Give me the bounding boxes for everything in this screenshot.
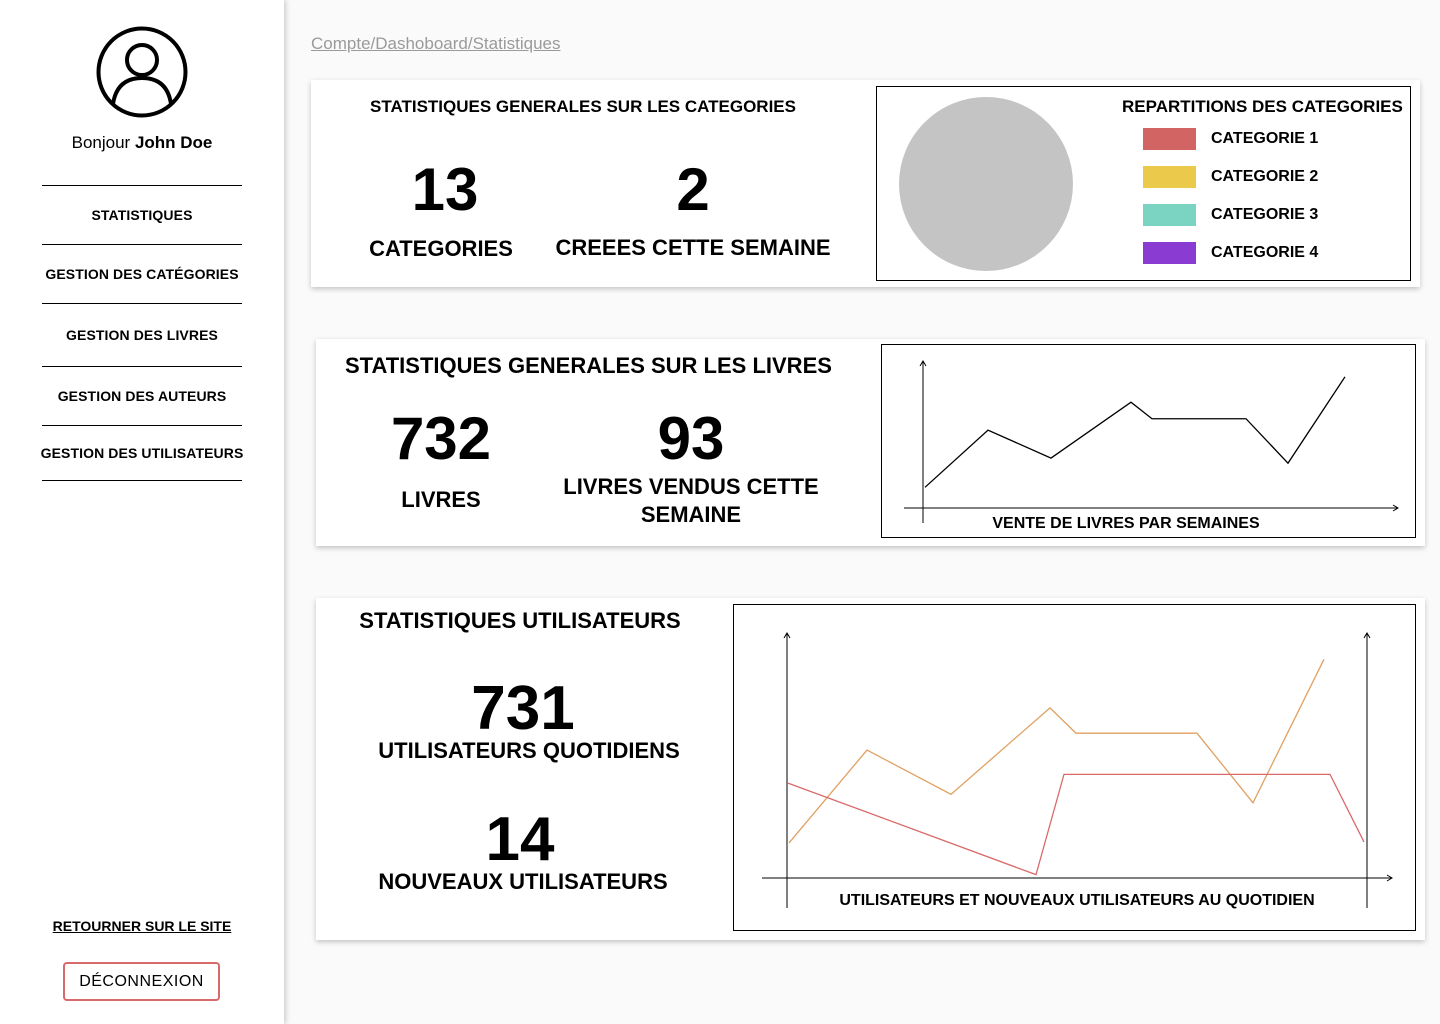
card-title: STATISTIQUES GENERALES SUR LES CATEGORIE… [370,97,796,116]
new-users-count: 14 [485,805,555,874]
new-users-line [787,773,1365,876]
sales-line [924,376,1346,488]
users-stats-card: STATISTIQUES UTILISATEURS 731 UTILISATEU… [316,598,1425,940]
users-chart-panel: UTILISATEURS ET NOUVEAUX UTILISATEURS AU… [733,604,1416,931]
new-users-label: NOUVEAUX UTILISATEURS [378,869,668,894]
legend-item: CATEGORIE 1 [1143,128,1318,150]
categories-count-label: CATEGORIES [369,236,513,261]
new-categories-count: 2 [676,156,710,223]
categories-count: 13 [411,156,479,223]
books-sold-label: LIVRES VENDUS CETTE SEMAINE [563,474,819,527]
sidebar-nav: STATISTIQUES GESTION DES CATÉGORIES GEST… [41,185,243,481]
legend-label-4: CATEGORIE 4 [1211,244,1319,261]
logout-button[interactable]: DÉCONNEXION [63,962,220,1001]
greeting: Bonjour John Doe [0,133,284,153]
breadcrumb[interactable]: Compte/Dashoboard/Statistiques [311,34,560,54]
books-sold-count: 93 [657,405,725,472]
books-sales-line-chart [904,360,1399,523]
chart-caption: UTILISATEURS ET NOUVEAUX UTILISATEURS AU… [839,892,1315,909]
sidebar-item-auteurs[interactable]: GESTION DES AUTEURS [42,367,242,426]
card-title: STATISTIQUES GENERALES SUR LES LIVRES [345,353,832,378]
sidebar-item-livres[interactable]: GESTION DES LIVRES [42,304,242,367]
legend-title: REPARTITIONS DES CATEGORIES [1122,97,1403,116]
daily-users-count: 731 [471,674,575,743]
sidebar-item-utilisateurs[interactable]: GESTION DES UTILISATEURS [41,426,243,481]
users-line [788,659,1325,844]
sidebar: Bonjour John Doe STATISTIQUES GESTION DE… [0,0,284,1024]
pie-chart-circle [899,97,1073,271]
books-count: 732 [390,405,492,472]
legend-label-1: CATEGORIE 1 [1211,130,1319,147]
user-name: John Doe [134,133,213,152]
sidebar-item-categories[interactable]: GESTION DES CATÉGORIES [42,245,242,304]
books-count-label: LIVRES [401,487,481,512]
users-line-chart [762,632,1393,908]
chart-caption: VENTE DE LIVRES PAR SEMAINES [992,515,1260,532]
legend-swatch-2 [1143,166,1196,188]
legend-label-2: CATEGORIE 2 [1211,168,1319,185]
legend-swatch-4 [1143,242,1196,264]
sidebar-item-statistiques[interactable]: STATISTIQUES [42,186,242,245]
books-chart-panel: VENTE DE LIVRES PAR SEMAINES [881,344,1416,538]
card-title: STATISTIQUES UTILISATEURS [359,608,681,633]
back-to-site-link[interactable]: RETOURNER SUR LE SITE [0,918,284,934]
legend-swatch-3 [1143,204,1196,226]
legend-label-3: CATEGORIE 3 [1211,206,1319,223]
user-avatar-icon[interactable] [96,26,188,118]
legend-item: CATEGORIE 2 [1143,166,1318,188]
categories-stats-card: STATISTIQUES GENERALES SUR LES CATEGORIE… [311,80,1420,287]
new-categories-label: CREEES CETTE SEMAINE [555,235,831,260]
daily-users-label: UTILISATEURS QUOTIDIENS [378,738,680,763]
greeting-prefix: Bonjour [71,133,135,152]
books-stats-card: STATISTIQUES GENERALES SUR LES LIVRES 73… [316,339,1425,546]
legend-item: CATEGORIE 4 [1143,242,1318,264]
legend-item: CATEGORIE 3 [1143,204,1318,226]
legend-swatch-1 [1143,128,1196,150]
categories-chart-panel: REPARTITIONS DES CATEGORIES CATEGORIE 1 … [876,86,1411,281]
